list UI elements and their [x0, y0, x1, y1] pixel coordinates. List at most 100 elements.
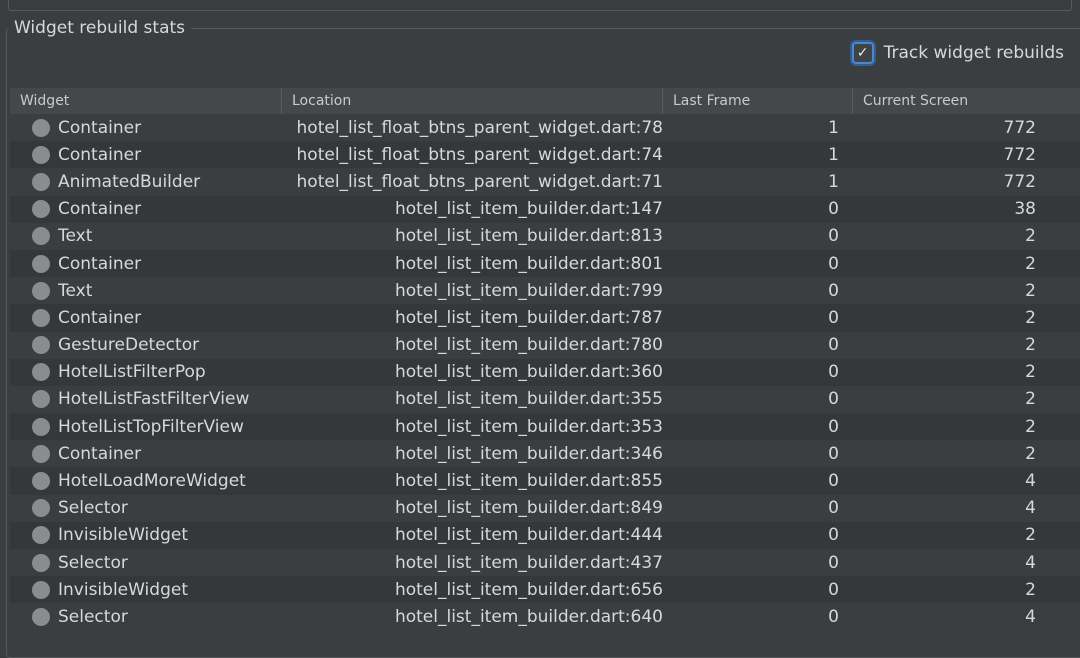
widget-status-dot-icon	[32, 145, 50, 164]
widget-cell: GestureDetector	[10, 335, 282, 355]
widget-status-dot-icon	[32, 417, 50, 436]
last-frame-cell: 0	[828, 253, 839, 274]
table-row[interactable]: Selector hotel_list_item_builder.dart:849…	[10, 494, 1080, 522]
widget-status-dot-icon	[32, 336, 50, 355]
column-header-last-frame[interactable]: Last Frame	[663, 88, 853, 114]
widget-name: Container	[58, 144, 142, 165]
current-screen-cell: 2	[1025, 253, 1036, 274]
widget-name: HotelListTopFilterView	[58, 416, 244, 437]
widget-name: HotelLoadMoreWidget	[58, 471, 246, 492]
widget-name: Container	[58, 307, 142, 328]
location-cell[interactable]: hotel_list_item_builder.dart:656	[282, 580, 663, 600]
table-row[interactable]: HotelListTopFilterView hotel_list_item_bu…	[10, 413, 1080, 441]
widget-status-dot-icon	[32, 227, 50, 246]
table-row[interactable]: Container hotel_list_item_builder.dart:34…	[10, 440, 1080, 468]
table-row[interactable]: Container hotel_list_item_builder.dart:14…	[10, 195, 1080, 223]
table-row[interactable]: Container hotel_list_float_btns_parent_wi…	[10, 114, 1080, 142]
location-cell[interactable]: hotel_list_float_btns_parent_widget.dart…	[282, 172, 663, 192]
column-header-current-screen[interactable]: Current Screen	[853, 88, 1080, 114]
current-screen-cell: 2	[1025, 335, 1036, 356]
current-screen-cell: 772	[1003, 144, 1036, 165]
widget-status-dot-icon	[32, 526, 50, 545]
widget-status-dot-icon	[32, 580, 50, 599]
table-row[interactable]: GestureDetector hotel_list_item_builder.d…	[10, 331, 1080, 359]
widget-name: Selector	[58, 498, 128, 519]
location-cell[interactable]: hotel_list_item_builder.dart:780	[282, 335, 663, 355]
checkmark-icon: ✓	[856, 45, 869, 61]
table-row[interactable]: InvisibleWidget hotel_list_item_builder.d…	[10, 576, 1080, 604]
widget-status-dot-icon	[32, 390, 50, 409]
current-screen-cell: 38	[1014, 199, 1036, 220]
location-cell[interactable]: hotel_list_item_builder.dart:444	[282, 525, 663, 545]
table-row[interactable]: HotelListFastFilterView hotel_list_item_b…	[10, 385, 1080, 414]
widget-name: Container	[58, 253, 142, 274]
table-row[interactable]: Selector hotel_list_item_builder.dart:437…	[10, 549, 1080, 577]
current-screen-cell: 4	[1025, 552, 1036, 573]
last-frame-cell: 0	[828, 226, 839, 247]
widget-cell: HotelListFilterPop	[10, 362, 282, 382]
column-header-location[interactable]: Location	[282, 88, 663, 114]
current-screen-cell: 4	[1025, 471, 1036, 492]
location-cell[interactable]: hotel_list_item_builder.dart:147	[282, 199, 663, 219]
current-screen-cell: 2	[1025, 362, 1036, 383]
panel-title: Widget rebuild stats	[8, 16, 192, 40]
last-frame-cell: 0	[828, 606, 839, 627]
last-frame-cell: 0	[828, 362, 839, 383]
widget-status-dot-icon	[32, 472, 50, 491]
location-cell[interactable]: hotel_list_item_builder.dart:787	[282, 308, 663, 328]
table-row[interactable]: Container hotel_list_item_builder.dart:78…	[10, 304, 1080, 332]
widget-name: Selector	[58, 552, 128, 573]
top-panel-edge	[0, 0, 1080, 12]
last-frame-cell: 0	[828, 443, 839, 464]
table-row[interactable]: HotelLoadMoreWidget hotel_list_item_build…	[10, 467, 1080, 495]
widget-name: Container	[58, 199, 142, 220]
location-cell[interactable]: hotel_list_item_builder.dart:640	[282, 607, 663, 627]
widget-cell: Container	[10, 254, 282, 274]
track-widget-rebuilds-toggle[interactable]: ✓ Track widget rebuilds	[851, 42, 1064, 64]
widget-name: HotelListFilterPop	[58, 362, 206, 383]
location-cell[interactable]: hotel_list_item_builder.dart:360	[282, 362, 663, 382]
location-cell[interactable]: hotel_list_item_builder.dart:813	[282, 226, 663, 246]
widget-name: InvisibleWidget	[58, 525, 188, 546]
location-cell[interactable]: hotel_list_item_builder.dart:801	[282, 254, 663, 274]
table-row[interactable]: Text hotel_list_item_builder.dart:813 0 2	[10, 222, 1080, 250]
location-cell[interactable]: hotel_list_item_builder.dart:353	[282, 417, 663, 437]
last-frame-cell: 0	[828, 525, 839, 546]
location-cell[interactable]: hotel_list_item_builder.dart:355	[282, 389, 663, 409]
widget-status-dot-icon	[32, 444, 50, 463]
location-cell[interactable]: hotel_list_item_builder.dart:437	[282, 553, 663, 573]
location-cell[interactable]: hotel_list_item_builder.dart:855	[282, 471, 663, 491]
location-cell[interactable]: hotel_list_float_btns_parent_widget.dart…	[282, 145, 663, 165]
table-row[interactable]: InvisibleWidget hotel_list_item_builder.d…	[10, 521, 1080, 549]
location-cell[interactable]: hotel_list_item_builder.dart:346	[282, 444, 663, 464]
last-frame-cell: 0	[828, 389, 839, 410]
location-cell[interactable]: hotel_list_item_builder.dart:849	[282, 498, 663, 518]
last-frame-cell: 1	[828, 117, 839, 138]
widget-cell: InvisibleWidget	[10, 525, 282, 545]
widget-name: Text	[58, 280, 93, 301]
widget-cell: AnimatedBuilder	[10, 172, 282, 192]
table-row[interactable]: Selector hotel_list_item_builder.dart:640…	[10, 603, 1080, 631]
widget-cell: Selector	[10, 607, 282, 627]
location-cell[interactable]: hotel_list_float_btns_parent_widget.dart…	[282, 118, 663, 138]
column-header-widget[interactable]: Widget	[10, 88, 282, 114]
rebuild-stats-table: Widget Location Last Frame Current Scree…	[10, 88, 1080, 631]
location-cell[interactable]: hotel_list_item_builder.dart:799	[282, 281, 663, 301]
current-screen-cell: 2	[1025, 226, 1036, 247]
table-row[interactable]: Text hotel_list_item_builder.dart:799 0 2	[10, 277, 1080, 305]
current-screen-cell: 772	[1003, 171, 1036, 192]
table-row[interactable]: Container hotel_list_float_btns_parent_wi…	[10, 141, 1080, 169]
track-rebuilds-label: Track widget rebuilds	[883, 43, 1064, 63]
track-rebuilds-checkbox[interactable]: ✓	[851, 42, 874, 64]
table-row[interactable]: Container hotel_list_item_builder.dart:80…	[10, 249, 1080, 278]
last-frame-cell: 0	[828, 280, 839, 301]
table-row[interactable]: AnimatedBuilder hotel_list_float_btns_par…	[10, 168, 1080, 196]
current-screen-cell: 4	[1025, 498, 1036, 519]
widget-cell: Container	[10, 145, 282, 165]
table-body: Container hotel_list_float_btns_parent_wi…	[10, 114, 1080, 631]
current-screen-cell: 4	[1025, 606, 1036, 627]
table-row[interactable]: HotelListFilterPop hotel_list_item_builde…	[10, 358, 1080, 386]
widget-cell: Container	[10, 308, 282, 328]
current-screen-cell: 2	[1025, 443, 1036, 464]
widget-cell: Text	[10, 281, 282, 301]
